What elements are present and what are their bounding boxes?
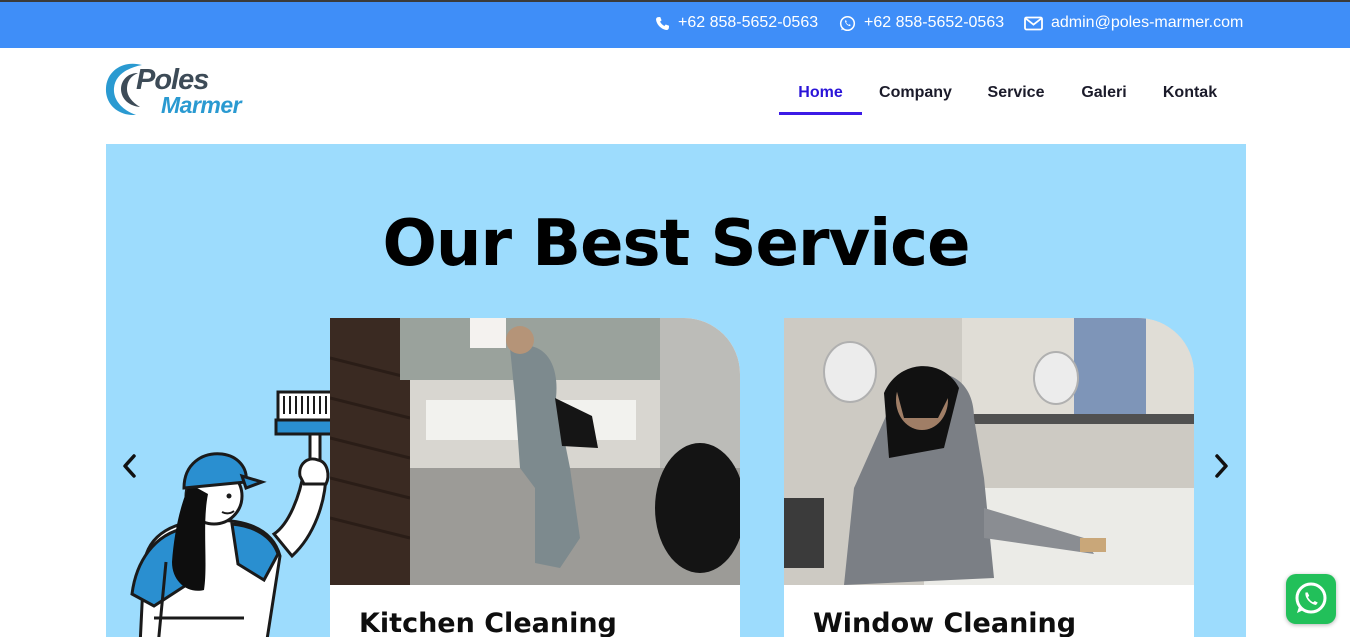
- cleaner-illustration: [130, 390, 354, 637]
- phone-icon: [655, 16, 670, 31]
- whatsapp-number: +62 858-5652-0563: [864, 14, 1005, 31]
- window-cleaning-photo: [784, 318, 1194, 585]
- phone-number: +62 858-5652-0563: [678, 14, 819, 31]
- envelope-icon: [1024, 16, 1043, 31]
- card-caption-window: Window Cleaning: [813, 608, 1077, 637]
- kitchen-cleaning-photo: [330, 318, 740, 585]
- whatsapp-icon: [1295, 582, 1327, 614]
- logo-word-poles: Poles: [136, 64, 209, 96]
- logo-word-marmer: Marmer: [161, 92, 242, 118]
- email-address: admin@poles-marmer.com: [1051, 14, 1244, 31]
- email-contact[interactable]: admin@poles-marmer.com: [1024, 14, 1243, 32]
- service-card-kitchen[interactable]: Kitchen Cleaning: [330, 318, 740, 637]
- nav-galeri[interactable]: Galeri: [1073, 79, 1135, 115]
- nav-home[interactable]: Home: [779, 79, 862, 115]
- hero-title: Our Best Service: [382, 207, 970, 281]
- top-bar: +62 858-5652-0563 +62 858-5652-0563 admi…: [0, 0, 1350, 48]
- chevron-left-icon[interactable]: [118, 452, 142, 480]
- chevron-right-icon[interactable]: [1209, 452, 1233, 480]
- nav-company[interactable]: Company: [872, 79, 959, 115]
- service-card-window[interactable]: Window Cleaning: [784, 318, 1194, 637]
- whatsapp-contact[interactable]: +62 858-5652-0563: [839, 14, 1004, 32]
- whatsapp-float-button[interactable]: [1286, 574, 1336, 624]
- nav-kontak[interactable]: Kontak: [1155, 79, 1225, 115]
- site-header: Poles Marmer Home Company Service Galeri…: [0, 48, 1350, 144]
- whatsapp-icon: [839, 15, 856, 32]
- card-caption-kitchen: Kitchen Cleaning: [359, 608, 617, 637]
- nav-service[interactable]: Service: [979, 79, 1053, 115]
- site-logo[interactable]: Poles Marmer: [104, 60, 254, 122]
- hero-section: Our Best Service Kitchen Cleaning Window…: [106, 144, 1246, 637]
- phone-contact[interactable]: +62 858-5652-0563: [655, 14, 818, 32]
